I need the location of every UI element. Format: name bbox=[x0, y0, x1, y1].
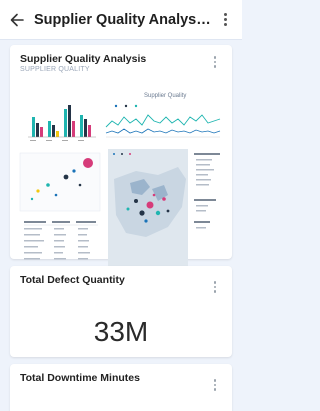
page-title: Supplier Quality Analysis S... bbox=[34, 11, 214, 28]
preview-line-chart: Supplier Quality bbox=[105, 93, 221, 138]
kpi-value: 33M bbox=[93, 316, 149, 347]
preview-bar-chart bbox=[20, 89, 100, 145]
tile-more-icon[interactable] bbox=[204, 374, 226, 396]
kpi-tile-defect-quantity[interactable]: Total Defect Quantity 33M bbox=[10, 266, 232, 357]
tile-title: Total Defect Quantity bbox=[20, 274, 125, 286]
tile-more-icon[interactable] bbox=[204, 276, 226, 298]
kpi-tile-downtime-minutes[interactable]: Total Downtime Minutes bbox=[10, 364, 232, 411]
tile-title: Total Downtime Minutes bbox=[20, 372, 140, 384]
tile-more-icon[interactable] bbox=[204, 51, 226, 73]
tile-subtitle: SUPPLIER QUALITY bbox=[20, 66, 90, 73]
app-bar: Supplier Quality Analysis S... bbox=[0, 0, 242, 40]
preview-table bbox=[24, 221, 98, 260]
preview-map bbox=[108, 149, 188, 271]
back-button[interactable] bbox=[0, 0, 34, 40]
more-vert-icon[interactable] bbox=[214, 9, 236, 31]
preview-slicer bbox=[194, 153, 220, 229]
report-tile[interactable]: Supplier Quality Analysis SUPPLIER QUALI… bbox=[10, 45, 232, 271]
arrow-left-icon bbox=[10, 13, 24, 26]
preview-line-chart-title: Supplier Quality bbox=[144, 93, 186, 99]
tile-title: Supplier Quality Analysis bbox=[20, 53, 147, 65]
preview-scatter-chart bbox=[19, 152, 101, 212]
